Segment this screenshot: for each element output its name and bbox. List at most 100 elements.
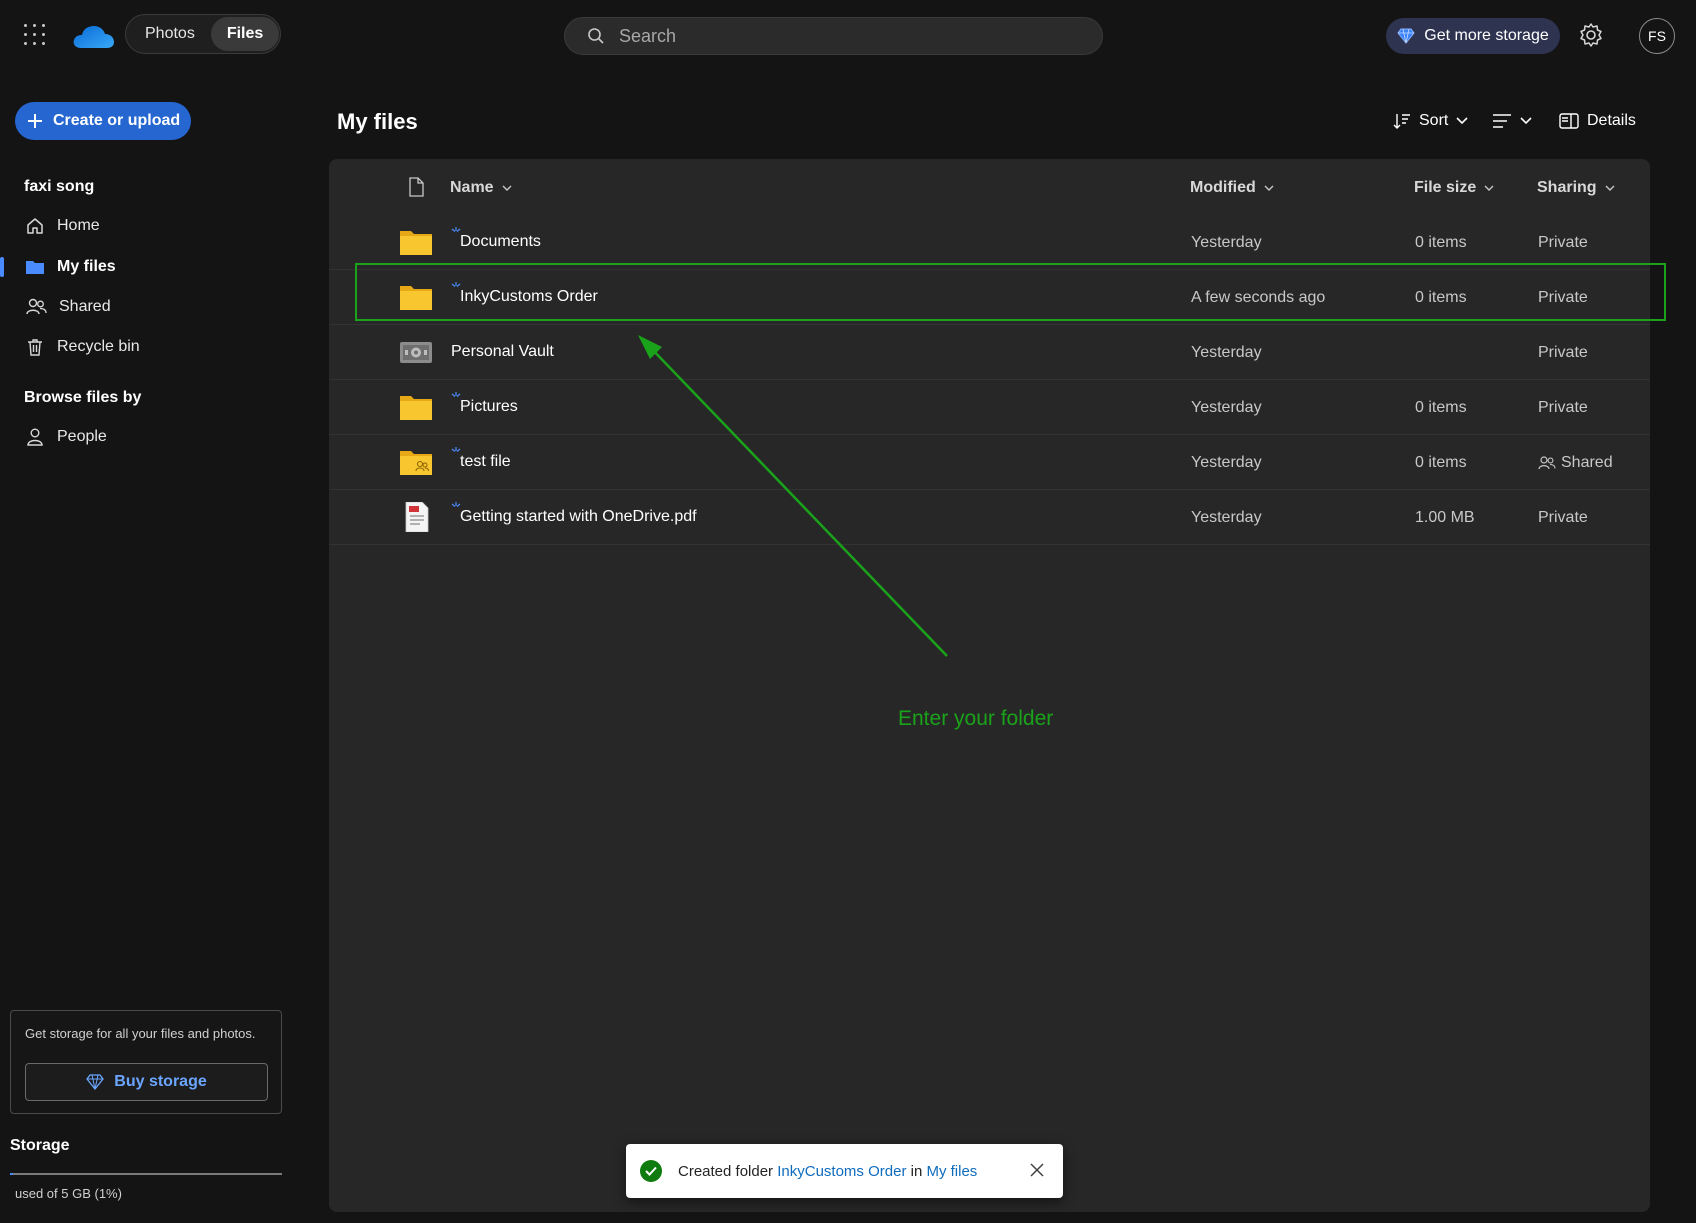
shared-folder-icon bbox=[400, 451, 432, 475]
chevron-down-icon bbox=[1605, 185, 1615, 191]
nav-recycle-bin[interactable]: Recycle bin bbox=[0, 329, 300, 365]
table-row[interactable]: InkyCustoms Order A few seconds ago 0 it… bbox=[329, 270, 1650, 325]
size-cell: 0 items bbox=[1415, 289, 1467, 306]
person-icon bbox=[27, 428, 43, 446]
user-avatar[interactable]: FS bbox=[1639, 18, 1675, 54]
toast-middle: in bbox=[906, 1162, 927, 1180]
settings-gear-icon[interactable] bbox=[1578, 22, 1604, 48]
nav-shared-label: Shared bbox=[59, 298, 111, 315]
folder-icon bbox=[400, 231, 432, 255]
file-name[interactable]: Getting started with OneDrive.pdf bbox=[460, 508, 697, 526]
search-input[interactable] bbox=[619, 25, 1059, 47]
plus-icon bbox=[28, 114, 42, 128]
details-pane-icon bbox=[1559, 113, 1579, 129]
toast-folder-link[interactable]: InkyCustoms Order bbox=[777, 1163, 906, 1180]
size-cell: 1.00 MB bbox=[1415, 509, 1475, 526]
success-check-icon bbox=[640, 1160, 662, 1182]
chevron-down-icon bbox=[1264, 185, 1274, 191]
file-name[interactable]: InkyCustoms Order bbox=[460, 288, 598, 306]
table-row[interactable]: Personal Vault Yesterday Private bbox=[329, 325, 1650, 380]
details-button[interactable]: Details bbox=[1559, 106, 1636, 136]
nav-home[interactable]: Home bbox=[0, 208, 300, 244]
modified-cell: Yesterday bbox=[1191, 509, 1262, 526]
sort-label: Sort bbox=[1419, 112, 1449, 129]
account-name: faxi song bbox=[24, 178, 95, 195]
modified-cell: Yesterday bbox=[1191, 344, 1262, 361]
buy-storage-button[interactable]: Buy storage bbox=[25, 1063, 268, 1101]
list-view-icon bbox=[1493, 114, 1511, 128]
sharing-cell: Private bbox=[1538, 289, 1588, 306]
people-icon bbox=[1538, 456, 1556, 470]
sharing-cell: Private bbox=[1538, 399, 1588, 416]
file-type-icon bbox=[409, 177, 424, 197]
folder-icon bbox=[400, 396, 432, 420]
file-list-panel: Name Modified File size Sharing Document… bbox=[329, 159, 1650, 1212]
sharing-cell: Private bbox=[1538, 509, 1588, 526]
table-row[interactable]: Pictures Yesterday 0 items Private bbox=[329, 380, 1650, 435]
people-icon bbox=[26, 298, 47, 315]
table-row[interactable]: Documents Yesterday 0 items Private bbox=[329, 215, 1650, 270]
column-sharing-label: Sharing bbox=[1537, 179, 1597, 196]
file-name[interactable]: Documents bbox=[460, 233, 541, 251]
table-row[interactable]: test file Yesterday 0 items Shared bbox=[329, 435, 1650, 490]
active-indicator bbox=[0, 257, 4, 277]
chevron-down-icon bbox=[1456, 117, 1468, 125]
page-title: My files bbox=[337, 109, 418, 134]
column-header-file-size[interactable]: File size bbox=[1414, 179, 1494, 197]
storage-usage-bar bbox=[10, 1173, 282, 1175]
browse-files-heading: Browse files by bbox=[24, 389, 142, 406]
toast-prefix: Created folder bbox=[678, 1162, 778, 1180]
pdf-file-icon bbox=[405, 502, 429, 532]
nav-people-label: People bbox=[57, 428, 107, 445]
chevron-down-icon bbox=[502, 185, 512, 191]
size-cell: 0 items bbox=[1415, 399, 1467, 416]
nav-my-files-label: My files bbox=[57, 258, 116, 275]
file-name[interactable]: test file bbox=[460, 453, 511, 471]
file-name[interactable]: Pictures bbox=[460, 398, 518, 416]
view-options-button[interactable] bbox=[1492, 106, 1532, 136]
notification-toast: Created folder InkyCustoms Order in My f… bbox=[626, 1144, 1063, 1198]
file-name[interactable]: Personal Vault bbox=[451, 343, 554, 361]
column-size-label: File size bbox=[1414, 179, 1477, 196]
size-cell: 0 items bbox=[1415, 234, 1467, 251]
trash-icon bbox=[28, 339, 42, 356]
tab-photos[interactable]: Photos bbox=[129, 17, 211, 51]
modified-cell: Yesterday bbox=[1191, 454, 1262, 471]
sharing-cell: Shared bbox=[1538, 454, 1613, 472]
column-header-name[interactable]: Name bbox=[450, 179, 512, 197]
toast-message: Created folder InkyCustoms Order in My f… bbox=[678, 1163, 977, 1180]
column-modified-label: Modified bbox=[1190, 179, 1256, 196]
sharing-cell: Private bbox=[1538, 234, 1588, 251]
nav-my-files[interactable]: My files bbox=[0, 249, 300, 285]
table-row[interactable]: Getting started with OneDrive.pdf Yester… bbox=[329, 490, 1650, 545]
nav-people[interactable]: People bbox=[0, 419, 300, 455]
folder-icon bbox=[26, 261, 44, 274]
close-icon[interactable] bbox=[1029, 1162, 1045, 1178]
size-cell: 0 items bbox=[1415, 454, 1467, 471]
tab-files[interactable]: Files bbox=[210, 17, 280, 51]
table-header: Name Modified File size Sharing bbox=[329, 159, 1650, 215]
buy-storage-label: Buy storage bbox=[114, 1073, 207, 1090]
column-header-sharing[interactable]: Sharing bbox=[1537, 179, 1615, 197]
get-more-storage-label: Get more storage bbox=[1424, 27, 1549, 44]
chevron-down-icon bbox=[1520, 117, 1532, 125]
get-more-storage-button[interactable]: Get more storage bbox=[1386, 18, 1560, 54]
promo-text: Get storage for all your files and photo… bbox=[25, 1026, 256, 1041]
onedrive-logo-icon[interactable] bbox=[71, 20, 115, 52]
column-header-modified[interactable]: Modified bbox=[1190, 179, 1274, 197]
nav-home-label: Home bbox=[57, 217, 100, 234]
sort-icon bbox=[1393, 114, 1410, 129]
create-or-upload-label: Create or upload bbox=[53, 112, 181, 129]
annotation-text: Enter your folder bbox=[898, 707, 1054, 730]
nav-shared[interactable]: Shared bbox=[0, 289, 300, 325]
top-bar: Photos Files Get more storage FS bbox=[0, 0, 1696, 70]
modified-cell: Yesterday bbox=[1191, 399, 1262, 416]
search-icon bbox=[588, 28, 604, 44]
app-switcher: Photos Files bbox=[125, 14, 281, 54]
search-box[interactable] bbox=[564, 17, 1103, 55]
app-launcher-icon[interactable] bbox=[24, 24, 46, 46]
toast-location-link[interactable]: My files bbox=[926, 1163, 977, 1180]
sort-button[interactable]: Sort bbox=[1393, 106, 1468, 136]
create-or-upload-button[interactable]: Create or upload bbox=[15, 102, 191, 140]
storage-heading: Storage bbox=[10, 1137, 70, 1154]
